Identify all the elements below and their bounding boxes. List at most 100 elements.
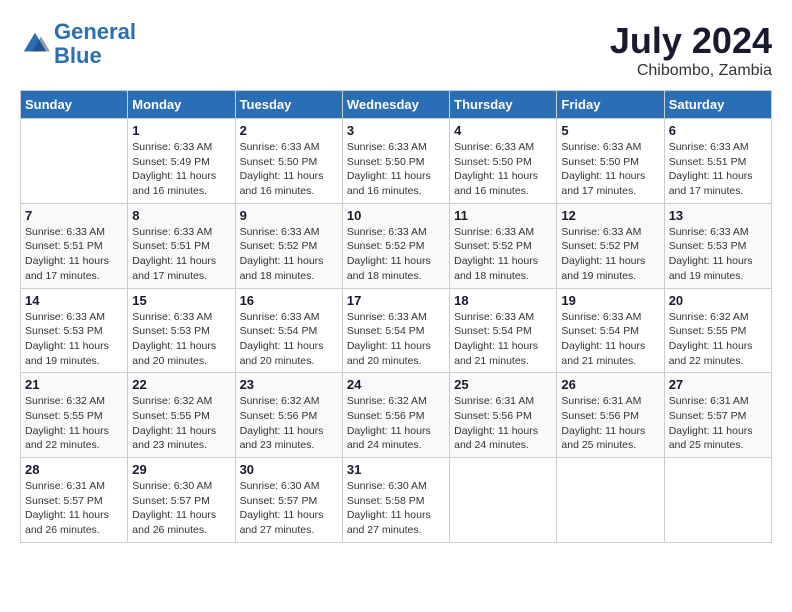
calendar-cell: 12 Sunrise: 6:33 AM Sunset: 5:52 PM Dayli…: [557, 203, 664, 288]
calendar-cell: 25Sunrise: 6:31 AM Sunset: 5:56 PM Dayli…: [450, 373, 557, 458]
calendar-cell: 3 Sunrise: 6:33 AM Sunset: 5:50 PM Daylig…: [342, 119, 449, 204]
day-number: 30: [240, 462, 338, 477]
day-info: Sunrise: 6:33 AM Sunset: 5:52 PM Dayligh…: [347, 225, 445, 284]
weekday-header-friday: Friday: [557, 91, 664, 119]
calendar-table: SundayMondayTuesdayWednesdayThursdayFrid…: [20, 90, 772, 543]
day-info: Sunrise: 6:33 AM Sunset: 5:53 PM Dayligh…: [25, 310, 123, 369]
calendar-cell: 31Sunrise: 6:30 AM Sunset: 5:58 PM Dayli…: [342, 458, 449, 543]
weekday-header-sunday: Sunday: [21, 91, 128, 119]
day-number: 25: [454, 377, 552, 392]
day-info: Sunrise: 6:33 AM Sunset: 5:51 PM Dayligh…: [669, 140, 767, 199]
day-info: Sunrise: 6:33 AM Sunset: 5:50 PM Dayligh…: [454, 140, 552, 199]
calendar-cell: 6Sunrise: 6:33 AM Sunset: 5:51 PM Daylig…: [664, 119, 771, 204]
day-number: 22: [132, 377, 230, 392]
location-title: Chibombo, Zambia: [610, 62, 772, 80]
calendar-cell: 16 Sunrise: 6:33 AM Sunset: 5:54 PM Dayli…: [235, 288, 342, 373]
calendar-week-2: 7 Sunrise: 6:33 AM Sunset: 5:51 PM Daylig…: [21, 203, 772, 288]
day-info: Sunrise: 6:33 AM Sunset: 5:50 PM Dayligh…: [347, 140, 445, 199]
calendar-cell: 5Sunrise: 6:33 AM Sunset: 5:50 PM Daylig…: [557, 119, 664, 204]
day-number: 8: [132, 208, 230, 223]
calendar-week-4: 21 Sunrise: 6:32 AM Sunset: 5:55 PM Dayli…: [21, 373, 772, 458]
day-number: 15: [132, 293, 230, 308]
day-number: 9: [240, 208, 338, 223]
calendar-cell: 19 Sunrise: 6:33 AM Sunset: 5:54 PM Dayli…: [557, 288, 664, 373]
weekday-header-saturday: Saturday: [664, 91, 771, 119]
day-number: 11: [454, 208, 552, 223]
calendar-cell: [664, 458, 771, 543]
calendar-week-3: 14 Sunrise: 6:33 AM Sunset: 5:53 PM Dayli…: [21, 288, 772, 373]
calendar-cell: 14 Sunrise: 6:33 AM Sunset: 5:53 PM Dayli…: [21, 288, 128, 373]
calendar-cell: 18 Sunrise: 6:33 AM Sunset: 5:54 PM Dayli…: [450, 288, 557, 373]
calendar-cell: 7 Sunrise: 6:33 AM Sunset: 5:51 PM Daylig…: [21, 203, 128, 288]
calendar-cell: 29 Sunrise: 6:30 AM Sunset: 5:57 PM Dayli…: [128, 458, 235, 543]
title-block: July 2024 Chibombo, Zambia: [610, 20, 772, 80]
calendar-cell: 9 Sunrise: 6:33 AM Sunset: 5:52 PM Daylig…: [235, 203, 342, 288]
day-number: 28: [25, 462, 123, 477]
calendar-week-5: 28 Sunrise: 6:31 AM Sunset: 5:57 PM Dayli…: [21, 458, 772, 543]
day-number: 23: [240, 377, 338, 392]
calendar-cell: [21, 119, 128, 204]
day-number: 27: [669, 377, 767, 392]
day-number: 10: [347, 208, 445, 223]
calendar-cell: 13 Sunrise: 6:33 AM Sunset: 5:53 PM Dayli…: [664, 203, 771, 288]
day-info: Sunrise: 6:31 AM Sunset: 5:57 PM Dayligh…: [25, 479, 123, 538]
calendar-cell: 27 Sunrise: 6:31 AM Sunset: 5:57 PM Dayli…: [664, 373, 771, 458]
day-info: Sunrise: 6:32 AM Sunset: 5:55 PM Dayligh…: [25, 394, 123, 453]
day-info: Sunrise: 6:33 AM Sunset: 5:54 PM Dayligh…: [347, 310, 445, 369]
day-info: Sunrise: 6:33 AM Sunset: 5:54 PM Dayligh…: [561, 310, 659, 369]
calendar-cell: [450, 458, 557, 543]
day-info: Sunrise: 6:33 AM Sunset: 5:52 PM Dayligh…: [561, 225, 659, 284]
day-info: Sunrise: 6:33 AM Sunset: 5:54 PM Dayligh…: [454, 310, 552, 369]
day-number: 12: [561, 208, 659, 223]
day-number: 19: [561, 293, 659, 308]
day-info: Sunrise: 6:30 AM Sunset: 5:58 PM Dayligh…: [347, 479, 445, 538]
calendar-cell: 30 Sunrise: 6:30 AM Sunset: 5:57 PM Dayli…: [235, 458, 342, 543]
calendar-cell: 20Sunrise: 6:32 AM Sunset: 5:55 PM Dayli…: [664, 288, 771, 373]
day-number: 21: [25, 377, 123, 392]
day-info: Sunrise: 6:33 AM Sunset: 5:52 PM Dayligh…: [240, 225, 338, 284]
weekday-header-row: SundayMondayTuesdayWednesdayThursdayFrid…: [21, 91, 772, 119]
calendar-header: SundayMondayTuesdayWednesdayThursdayFrid…: [21, 91, 772, 119]
day-info: Sunrise: 6:31 AM Sunset: 5:56 PM Dayligh…: [561, 394, 659, 453]
day-number: 13: [669, 208, 767, 223]
logo: General Blue: [20, 20, 136, 68]
day-info: Sunrise: 6:33 AM Sunset: 5:51 PM Dayligh…: [25, 225, 123, 284]
weekday-header-tuesday: Tuesday: [235, 91, 342, 119]
day-info: Sunrise: 6:33 AM Sunset: 5:50 PM Dayligh…: [240, 140, 338, 199]
day-number: 3: [347, 123, 445, 138]
day-info: Sunrise: 6:30 AM Sunset: 5:57 PM Dayligh…: [240, 479, 338, 538]
day-number: 17: [347, 293, 445, 308]
day-info: Sunrise: 6:30 AM Sunset: 5:57 PM Dayligh…: [132, 479, 230, 538]
day-info: Sunrise: 6:32 AM Sunset: 5:56 PM Dayligh…: [240, 394, 338, 453]
calendar-cell: 11Sunrise: 6:33 AM Sunset: 5:52 PM Dayli…: [450, 203, 557, 288]
calendar-cell: 24Sunrise: 6:32 AM Sunset: 5:56 PM Dayli…: [342, 373, 449, 458]
day-info: Sunrise: 6:33 AM Sunset: 5:53 PM Dayligh…: [132, 310, 230, 369]
calendar-cell: 4Sunrise: 6:33 AM Sunset: 5:50 PM Daylig…: [450, 119, 557, 204]
day-info: Sunrise: 6:33 AM Sunset: 5:54 PM Dayligh…: [240, 310, 338, 369]
day-number: 5: [561, 123, 659, 138]
logo-line1: General: [54, 19, 136, 44]
calendar-cell: 28 Sunrise: 6:31 AM Sunset: 5:57 PM Dayli…: [21, 458, 128, 543]
month-year-title: July 2024: [610, 20, 772, 62]
calendar-cell: 17 Sunrise: 6:33 AM Sunset: 5:54 PM Dayli…: [342, 288, 449, 373]
day-number: 2: [240, 123, 338, 138]
calendar-cell: 21 Sunrise: 6:32 AM Sunset: 5:55 PM Dayli…: [21, 373, 128, 458]
day-info: Sunrise: 6:33 AM Sunset: 5:53 PM Dayligh…: [669, 225, 767, 284]
weekday-header-thursday: Thursday: [450, 91, 557, 119]
day-info: Sunrise: 6:32 AM Sunset: 5:55 PM Dayligh…: [132, 394, 230, 453]
day-number: 7: [25, 208, 123, 223]
calendar-cell: 15 Sunrise: 6:33 AM Sunset: 5:53 PM Dayli…: [128, 288, 235, 373]
day-number: 14: [25, 293, 123, 308]
day-number: 18: [454, 293, 552, 308]
day-info: Sunrise: 6:31 AM Sunset: 5:57 PM Dayligh…: [669, 394, 767, 453]
calendar-cell: [557, 458, 664, 543]
calendar-week-1: 1Sunrise: 6:33 AM Sunset: 5:49 PM Daylig…: [21, 119, 772, 204]
calendar-cell: 23 Sunrise: 6:32 AM Sunset: 5:56 PM Dayli…: [235, 373, 342, 458]
logo-text: General Blue: [54, 20, 136, 68]
day-number: 16: [240, 293, 338, 308]
logo-line2: Blue: [54, 43, 102, 68]
weekday-header-monday: Monday: [128, 91, 235, 119]
day-number: 29: [132, 462, 230, 477]
day-number: 1: [132, 123, 230, 138]
page-header: General Blue July 2024 Chibombo, Zambia: [20, 20, 772, 80]
